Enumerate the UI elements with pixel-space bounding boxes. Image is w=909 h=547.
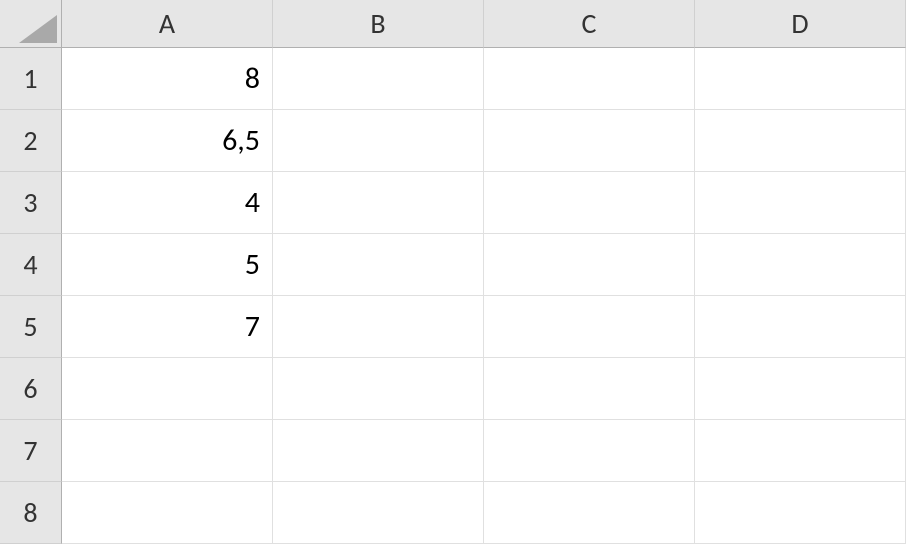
cell-D7[interactable] xyxy=(695,420,906,482)
cell-B1[interactable] xyxy=(273,48,484,110)
select-all-corner[interactable] xyxy=(0,0,62,48)
row-header-6[interactable]: 6 xyxy=(0,358,62,420)
cell-A1[interactable]: 8 xyxy=(62,48,273,110)
cell-A5[interactable]: 7 xyxy=(62,296,273,358)
cell-D8[interactable] xyxy=(695,482,906,544)
row-header-7[interactable]: 7 xyxy=(0,420,62,482)
cell-B4[interactable] xyxy=(273,234,484,296)
column-header-D[interactable]: D xyxy=(695,0,906,48)
cell-C4[interactable] xyxy=(484,234,695,296)
cell-C5[interactable] xyxy=(484,296,695,358)
column-header-B[interactable]: B xyxy=(273,0,484,48)
cell-D3[interactable] xyxy=(695,172,906,234)
cell-A2[interactable]: 6,5 xyxy=(62,110,273,172)
cell-C7[interactable] xyxy=(484,420,695,482)
row-header-5[interactable]: 5 xyxy=(0,296,62,358)
cell-C6[interactable] xyxy=(484,358,695,420)
select-all-triangle-icon xyxy=(19,15,57,43)
cell-B6[interactable] xyxy=(273,358,484,420)
cell-A4[interactable]: 5 xyxy=(62,234,273,296)
row-header-1[interactable]: 1 xyxy=(0,48,62,110)
row-header-4[interactable]: 4 xyxy=(0,234,62,296)
cell-D5[interactable] xyxy=(695,296,906,358)
cell-D2[interactable] xyxy=(695,110,906,172)
cell-D1[interactable] xyxy=(695,48,906,110)
cell-B7[interactable] xyxy=(273,420,484,482)
cell-A7[interactable] xyxy=(62,420,273,482)
cell-C2[interactable] xyxy=(484,110,695,172)
cell-B2[interactable] xyxy=(273,110,484,172)
column-header-C[interactable]: C xyxy=(484,0,695,48)
row-header-8[interactable]: 8 xyxy=(0,482,62,544)
cell-D4[interactable] xyxy=(695,234,906,296)
cell-A6[interactable] xyxy=(62,358,273,420)
row-header-2[interactable]: 2 xyxy=(0,110,62,172)
cell-C1[interactable] xyxy=(484,48,695,110)
cell-A3[interactable]: 4 xyxy=(62,172,273,234)
row-header-3[interactable]: 3 xyxy=(0,172,62,234)
cell-B5[interactable] xyxy=(273,296,484,358)
cell-B8[interactable] xyxy=(273,482,484,544)
cell-C3[interactable] xyxy=(484,172,695,234)
cell-B3[interactable] xyxy=(273,172,484,234)
column-header-A[interactable]: A xyxy=(62,0,273,48)
cell-D6[interactable] xyxy=(695,358,906,420)
cell-A8[interactable] xyxy=(62,482,273,544)
cell-C8[interactable] xyxy=(484,482,695,544)
spreadsheet-grid: A B C D 1 8 2 6,5 3 4 4 5 5 7 6 7 8 xyxy=(0,0,909,544)
